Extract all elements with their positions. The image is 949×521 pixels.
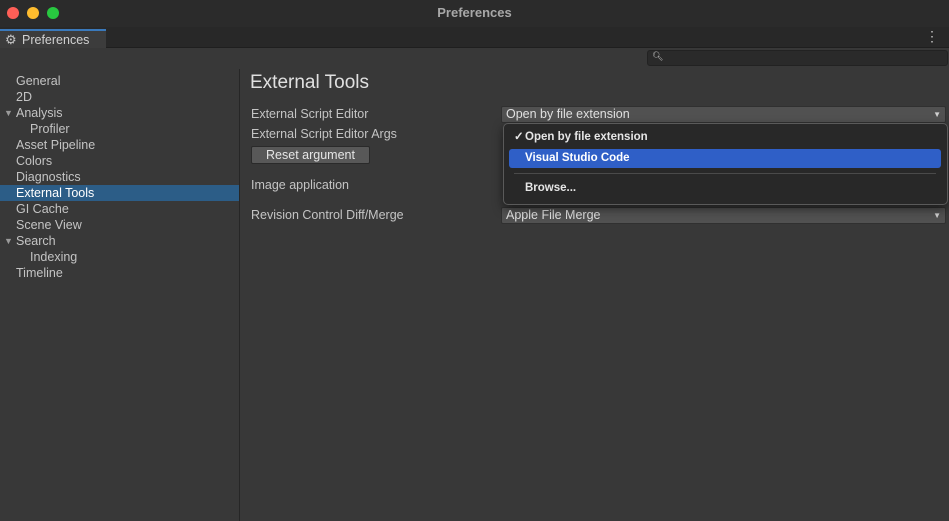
popup-item-label: Open by file extension	[525, 131, 648, 143]
popup-separator	[514, 173, 936, 174]
page-title: External Tools	[250, 72, 369, 93]
popup-item-label: Browse...	[525, 182, 577, 194]
sidebar-item-gi-cache[interactable]: GI Cache	[0, 201, 239, 217]
sidebar-item-external-tools[interactable]: External Tools	[0, 185, 239, 201]
revision-control-dropdown[interactable]: Apple File Merge ▼	[501, 207, 946, 224]
checkmark-icon: ✓	[514, 131, 524, 143]
sidebar-item-search[interactable]: ▼ Search	[0, 233, 239, 249]
revision-control-label: Revision Control Diff/Merge	[251, 208, 404, 222]
sidebar-item-label: Diagnostics	[16, 170, 81, 184]
more-options-icon[interactable]: ⋮	[925, 29, 939, 43]
chevron-down-icon: ▼	[933, 110, 941, 119]
popup-item-visual-studio-code[interactable]: Visual Studio Code	[509, 149, 941, 168]
sidebar-item-label: Timeline	[16, 266, 63, 280]
sidebar: General 2D ▼ Analysis Profiler Asset Pipeline…	[0, 69, 240, 521]
search-bar: 🔍︎	[0, 48, 949, 68]
reset-argument-button[interactable]: Reset argument	[251, 146, 370, 164]
expand-arrow-icon[interactable]: ▼	[4, 233, 13, 249]
sidebar-item-label: Asset Pipeline	[16, 138, 96, 152]
sidebar-item-label: Analysis	[16, 106, 63, 120]
popup-item-open-by-file-extension[interactable]: ✓ Open by file extension	[509, 128, 941, 147]
sidebar-item-indexing[interactable]: Indexing	[0, 249, 239, 265]
popup-item-browse[interactable]: Browse...	[509, 179, 941, 198]
sidebar-item-colors[interactable]: Colors	[0, 153, 239, 169]
sidebar-item-label: Indexing	[30, 250, 78, 264]
revision-control-value: Apple File Merge	[506, 208, 601, 222]
external-script-editor-dropdown[interactable]: Open by file extension ▼	[501, 106, 946, 123]
tab-bar: ⚙ Preferences ⋮	[0, 27, 949, 48]
sidebar-item-asset-pipeline[interactable]: Asset Pipeline	[0, 137, 239, 153]
sidebar-item-diagnostics[interactable]: Diagnostics	[0, 169, 239, 185]
script-editor-popup-menu: ✓ Open by file extension Visual Studio C…	[503, 123, 948, 205]
popup-item-label: Visual Studio Code	[525, 152, 630, 164]
tab-label: Preferences	[22, 33, 90, 47]
sidebar-item-timeline[interactable]: Timeline	[0, 265, 239, 281]
sidebar-item-analysis[interactable]: ▼ Analysis	[0, 105, 239, 121]
sidebar-item-label: 2D	[16, 90, 32, 104]
sidebar-item-profiler[interactable]: Profiler	[0, 121, 239, 137]
external-script-editor-value: Open by file extension	[506, 107, 630, 121]
expand-arrow-icon[interactable]: ▼	[4, 105, 13, 121]
sidebar-item-label: Colors	[16, 154, 53, 168]
window-title: Preferences	[437, 5, 512, 20]
search-icon: 🔍︎	[652, 51, 664, 61]
tab-preferences[interactable]: ⚙ Preferences	[0, 29, 106, 48]
sidebar-item-label: Scene View	[16, 218, 82, 232]
sidebar-item-label: Profiler	[30, 122, 70, 136]
chevron-down-icon: ▼	[933, 211, 941, 220]
external-script-editor-args-label: External Script Editor Args	[251, 127, 397, 141]
search-input[interactable]: 🔍︎	[647, 50, 948, 66]
sidebar-item-scene-view[interactable]: Scene View	[0, 217, 239, 233]
sidebar-item-general[interactable]: General	[0, 73, 239, 89]
sidebar-item-2d[interactable]: 2D	[0, 89, 239, 105]
title-bar: Preferences	[0, 0, 949, 27]
sidebar-item-label: Search	[16, 234, 56, 248]
external-script-editor-label: External Script Editor	[251, 107, 369, 121]
gear-icon: ⚙	[5, 32, 17, 47]
sidebar-item-label: External Tools	[16, 186, 95, 200]
sidebar-item-label: GI Cache	[16, 202, 69, 216]
image-application-label: Image application	[251, 178, 349, 192]
sidebar-item-label: General	[16, 74, 61, 88]
